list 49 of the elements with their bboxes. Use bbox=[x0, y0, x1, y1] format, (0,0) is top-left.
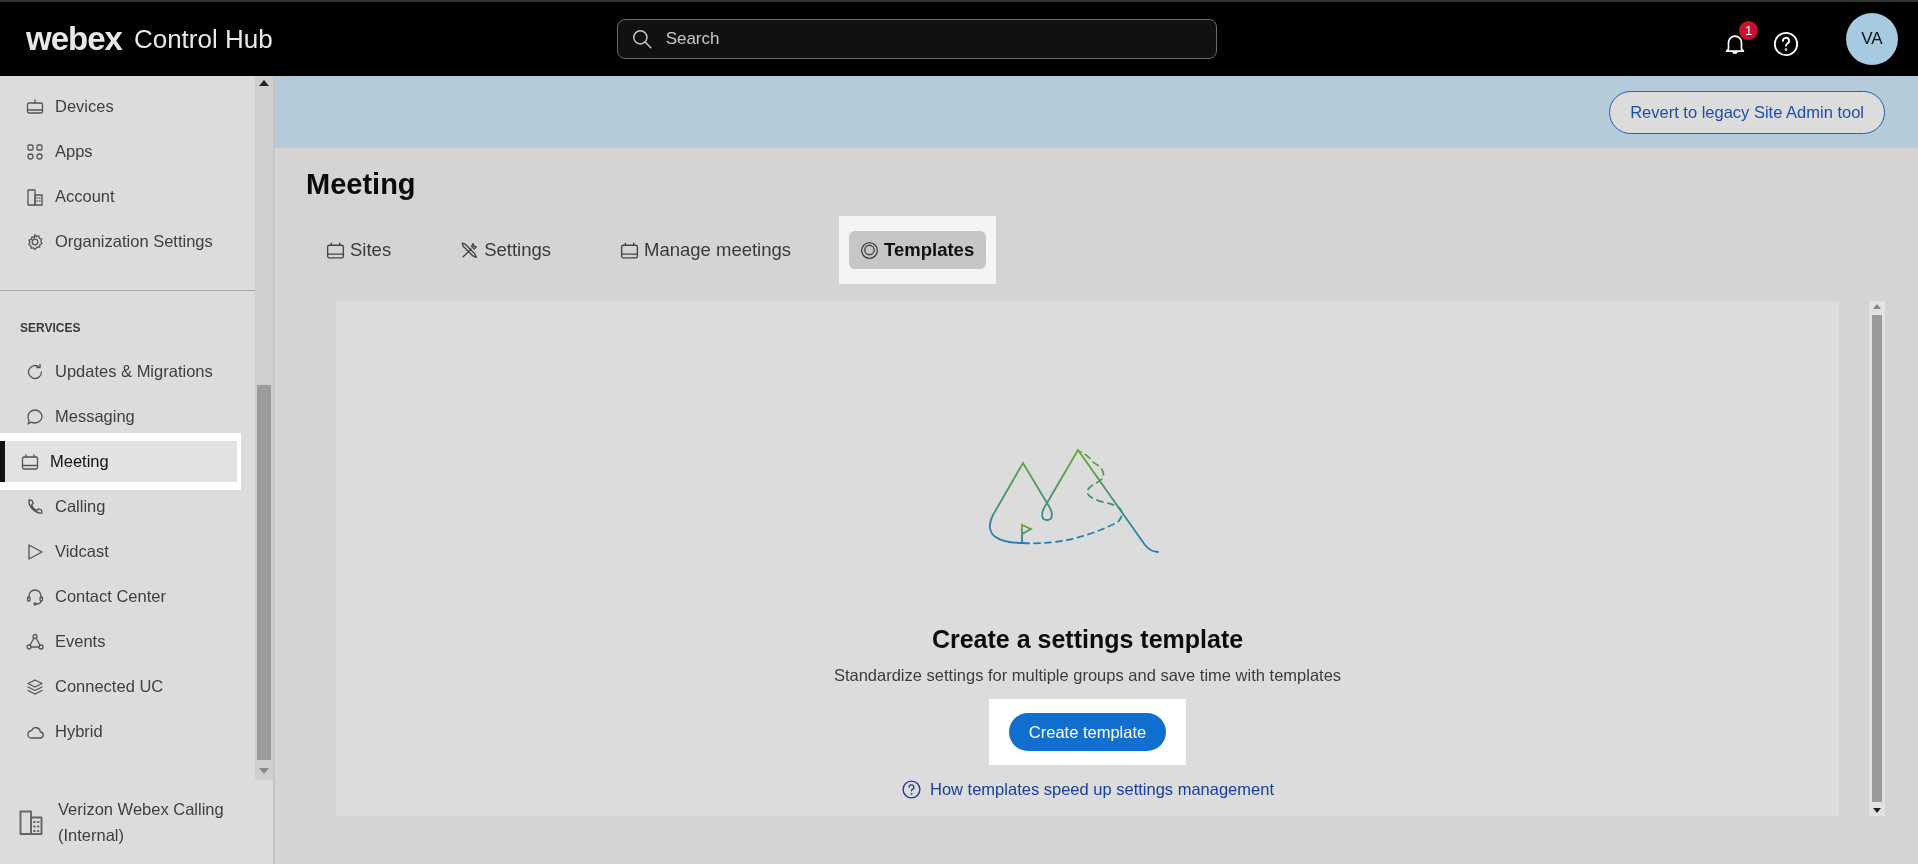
help-icon bbox=[1772, 30, 1800, 58]
sidebar-item[interactable]: Hybrid bbox=[0, 711, 237, 752]
scroll-thumb[interactable] bbox=[1872, 315, 1882, 802]
tab[interactable]: Sites bbox=[315, 231, 404, 269]
notification-badge: 1 bbox=[1739, 21, 1758, 40]
revert-button[interactable]: Revert to legacy Site Admin tool bbox=[1609, 90, 1885, 134]
search-field[interactable]: Search bbox=[616, 19, 1217, 59]
template-icon bbox=[859, 239, 881, 261]
empty-state-description: Standardize settings for multiple groups and save time with templates bbox=[833, 666, 1342, 685]
scrollbar-track[interactable] bbox=[255, 76, 273, 780]
tab[interactable]: Templates bbox=[849, 231, 987, 269]
user-avatar[interactable]: VA bbox=[1846, 13, 1898, 65]
sidebar-item[interactable]: Connected UC bbox=[0, 666, 237, 707]
create-template-button[interactable]: Create template bbox=[1008, 713, 1167, 751]
triangle-nodes-icon bbox=[25, 631, 45, 652]
sidebar-item[interactable]: Messaging bbox=[0, 396, 237, 437]
settings-icon bbox=[25, 231, 45, 252]
scroll-up-icon[interactable] bbox=[259, 80, 269, 86]
sidebar-item[interactable]: Calling bbox=[0, 486, 237, 527]
sidebar-item[interactable]: Meeting bbox=[0, 441, 237, 482]
section-heading: SERVICES bbox=[20, 321, 81, 335]
notifications-button[interactable]: 1 bbox=[1722, 21, 1758, 57]
chat-bubble-icon bbox=[25, 406, 45, 427]
sidebar-item[interactable]: Contact Center bbox=[0, 576, 237, 617]
page-title: Meeting bbox=[306, 167, 416, 202]
organization-name: Verizon Webex Calling (Internal) bbox=[58, 799, 225, 846]
scroll-down-icon[interactable] bbox=[1873, 808, 1881, 813]
sidebar-item[interactable]: Devices bbox=[0, 86, 237, 127]
search-icon bbox=[630, 28, 653, 50]
logo[interactable]: webex bbox=[26, 20, 122, 58]
product-name: Control Hub bbox=[133, 23, 273, 55]
building-icon bbox=[25, 186, 45, 207]
sidebar-item[interactable]: Updates & Migrations bbox=[0, 351, 237, 392]
refresh-icon bbox=[25, 361, 45, 382]
help-icon bbox=[901, 779, 922, 800]
scrollbar-track[interactable] bbox=[1869, 301, 1885, 816]
tab[interactable]: Manage meetings bbox=[609, 231, 804, 269]
help-link[interactable]: How templates speed up settings management bbox=[901, 779, 1274, 800]
sidebar-item[interactable]: Vidcast bbox=[0, 531, 237, 572]
scroll-thumb[interactable] bbox=[257, 385, 271, 760]
apps-icon bbox=[25, 141, 45, 162]
sidebar-item[interactable]: Account bbox=[0, 176, 237, 217]
sidebar-item[interactable]: Organization Settings bbox=[0, 221, 237, 262]
tab[interactable]: Settings bbox=[449, 231, 563, 269]
phone-icon bbox=[25, 496, 45, 517]
empty-state-heading: Create a settings template bbox=[931, 625, 1244, 654]
headset-icon bbox=[25, 586, 45, 607]
sidebar-item[interactable]: Events bbox=[0, 621, 237, 662]
sidebar-item[interactable]: Apps bbox=[0, 131, 237, 172]
